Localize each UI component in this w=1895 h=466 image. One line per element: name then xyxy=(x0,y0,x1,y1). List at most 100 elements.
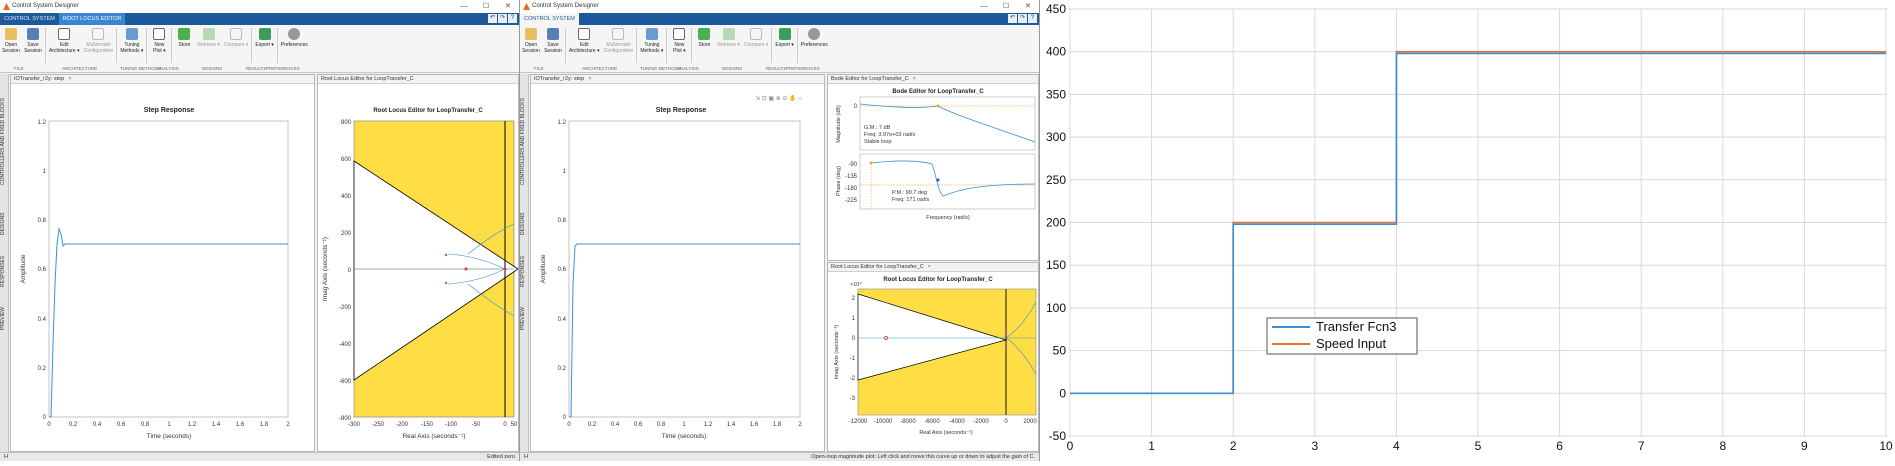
undo-icon[interactable]: ↶ xyxy=(488,14,497,23)
close-tab-icon[interactable]: × xyxy=(588,76,591,82)
svg-text:400: 400 xyxy=(341,194,352,200)
close-tab-icon[interactable]: × xyxy=(928,264,931,270)
open-session-button[interactable]: Open Session xyxy=(520,25,542,72)
tuning-methods-button[interactable]: Tuning Methods ▾ xyxy=(638,25,665,72)
compare-icon xyxy=(230,28,243,40)
undo-icon[interactable]: ↶ xyxy=(1008,14,1017,23)
side-controllers[interactable]: CONTROLLERS AND FIXED BLOCKS xyxy=(520,82,529,202)
new-plot-button[interactable]: New Plot ▾ xyxy=(668,25,690,72)
compare-button[interactable]: Compare ▾ xyxy=(742,25,770,72)
svg-text:1: 1 xyxy=(852,316,856,322)
svg-text:0.4: 0.4 xyxy=(611,422,620,428)
redo-icon[interactable]: ↷ xyxy=(498,14,507,23)
side-designs[interactable]: DESIGNS xyxy=(0,204,9,244)
retrieve-button[interactable]: Retrieve ▾ xyxy=(195,25,222,72)
save-session-button[interactable]: Save Session xyxy=(542,25,564,72)
tuning-methods-button[interactable]: Tuning Methods ▾ xyxy=(118,25,145,72)
svg-text:0: 0 xyxy=(503,422,507,428)
rl2-title: Root Locus Editor for LoopTransfer_C xyxy=(883,277,993,283)
group-preferences: PREFERENCES xyxy=(266,66,300,71)
step-response-plot[interactable]: Step Response 0 0.2 0.4 0.6 0.8 1 1.2 1.… xyxy=(11,84,314,450)
help-icon[interactable]: ? xyxy=(1028,14,1037,23)
architecture-icon xyxy=(58,28,71,40)
store-button[interactable]: Store xyxy=(693,25,715,72)
x-tick-label: 4 xyxy=(1393,439,1400,453)
new-plot-button[interactable]: New Plot ▾ xyxy=(148,25,170,72)
svg-text:-150: -150 xyxy=(421,422,434,428)
svg-text:0: 0 xyxy=(567,422,571,428)
tab-control-system[interactable]: CONTROL SYSTEM xyxy=(520,13,579,25)
group-architecture: ARCHITECTURE xyxy=(582,66,618,71)
svg-text:0.6: 0.6 xyxy=(117,422,126,428)
scope-chart-panel: 0 1 2 3 4 5 6 7 8 9 10 450 400 350 300 250 200 150 100 50 0-… xyxy=(1040,0,1895,461)
preferences-button[interactable]: Preferences xyxy=(279,25,310,72)
doc-tab-root-locus[interactable]: Root Locus Editor for LoopTransfer_C xyxy=(321,76,414,82)
redo-icon[interactable]: ↷ xyxy=(1018,14,1027,23)
plot-toolbar: ⇲ ⊡ ▣ ⊕ ⊖ ✋ ⌂ xyxy=(755,94,802,102)
root-locus-plot-2[interactable]: Root Locus Editor for LoopTransfer_C ×10… xyxy=(828,272,1038,451)
step-response-document: IOTransfer_r2y: step × ⇲ ⊡ ▣ ⊕ ⊖ ✋ ⌂ Step… xyxy=(530,74,825,452)
svg-text:0: 0 xyxy=(852,336,856,342)
svg-text:1.8: 1.8 xyxy=(773,422,782,428)
y-tick-label: 400 xyxy=(1046,45,1066,59)
store-button[interactable]: Store xyxy=(173,25,195,72)
y-tick-label: 100 xyxy=(1046,301,1066,315)
preferences-button[interactable]: Preferences xyxy=(799,25,830,72)
y-tick-label: 150 xyxy=(1046,258,1066,272)
root-locus-plot[interactable]: Root Locus Editor for LoopTransfer_C -30… xyxy=(318,84,519,450)
svg-text:-6000: -6000 xyxy=(924,419,940,425)
edit-architecture-button[interactable]: Edit Architecture ▾ xyxy=(567,25,602,72)
rl-xlabel: Real Axis (seconds⁻¹) xyxy=(402,433,465,440)
side-preview[interactable]: PREVIEW xyxy=(0,298,9,338)
svg-text:0.2: 0.2 xyxy=(69,422,78,428)
gear-icon xyxy=(288,28,301,40)
svg-text:1.2: 1.2 xyxy=(704,422,713,428)
compare-button[interactable]: Compare ▾ xyxy=(222,25,250,72)
svg-text:0.8: 0.8 xyxy=(558,218,567,224)
multimodel-icon xyxy=(612,28,625,40)
multimodel-configuration-button[interactable]: Multimodel Configuration xyxy=(602,25,636,72)
export-button[interactable]: Export ▾ xyxy=(253,25,275,72)
svg-text:800: 800 xyxy=(341,120,352,126)
doc-tab-step[interactable]: IOTransfer_r2y: step xyxy=(534,76,584,82)
scope-chart[interactable]: 0 1 2 3 4 5 6 7 8 9 10450400350300250200150100500-… xyxy=(1040,0,1895,461)
doc-tab-root-locus[interactable]: Root Locus Editor for LoopTransfer_C xyxy=(831,264,924,270)
close-icon[interactable]: ✕ xyxy=(497,0,519,13)
close-tab-icon[interactable]: × xyxy=(913,76,916,82)
step-response-plot[interactable]: ⇲ ⊡ ▣ ⊕ ⊖ ✋ ⌂ Step Response 0 0.2 0.4 0.… xyxy=(531,84,824,450)
doc-tab-bode[interactable]: Bode Editor for LoopTransfer_C xyxy=(831,76,909,82)
minimize-icon[interactable]: — xyxy=(453,0,475,13)
group-file: FILE xyxy=(534,66,544,71)
edit-architecture-button[interactable]: Edit Architecture ▾ xyxy=(47,25,82,72)
side-controllers[interactable]: CONTROLLERS AND FIXED BLOCKS xyxy=(0,82,9,202)
export-button[interactable]: Export ▾ xyxy=(773,25,795,72)
doc-tab-step[interactable]: IOTransfer_r2y: step xyxy=(14,76,64,82)
y-tick-label: 50 xyxy=(1053,344,1067,358)
side-designs[interactable]: DESIGNS xyxy=(520,204,529,244)
open-session-button[interactable]: Open Session xyxy=(0,25,22,72)
multimodel-configuration-button[interactable]: Multimodel Configuration xyxy=(82,25,116,72)
save-session-button[interactable]: Save Session xyxy=(22,25,44,72)
retrieve-icon xyxy=(722,28,735,40)
maximize-icon[interactable]: ☐ xyxy=(995,0,1017,13)
maximize-icon[interactable]: ☐ xyxy=(475,0,497,13)
side-responses[interactable]: RESPONSES xyxy=(0,246,9,296)
svg-text:1.2: 1.2 xyxy=(558,120,567,126)
tab-root-locus-editor[interactable]: ROOT LOCUS EDITOR xyxy=(58,13,126,25)
side-preview[interactable]: PREVIEW xyxy=(520,298,529,338)
minimize-icon[interactable]: — xyxy=(973,0,995,13)
help-icon[interactable]: ? xyxy=(508,14,517,23)
csd-window-1: Control System Designer — ☐ ✕ CONTROL SYST… xyxy=(0,0,520,461)
save-icon xyxy=(27,28,39,40)
group-preferences: PREFERENCES xyxy=(786,66,820,71)
svg-text:0.4: 0.4 xyxy=(38,317,47,323)
close-icon[interactable]: ✕ xyxy=(1017,0,1039,13)
side-responses[interactable]: RESPONSES xyxy=(520,246,529,296)
plot-tool-icons: ⇲ ⊡ ▣ ⊕ ⊖ ✋ ⌂ xyxy=(755,94,802,102)
retrieve-button[interactable]: Retrieve ▾ xyxy=(715,25,742,72)
app-title: Control System Designer xyxy=(532,3,599,9)
close-tab-icon[interactable]: × xyxy=(68,76,71,82)
bode-plot[interactable]: Bode Editor for LoopTransfer_C G.M.: 7 d… xyxy=(828,84,1038,260)
step-xlabel: Time (seconds) xyxy=(662,433,707,440)
tab-control-system[interactable]: CONTROL SYSTEM xyxy=(0,13,59,25)
